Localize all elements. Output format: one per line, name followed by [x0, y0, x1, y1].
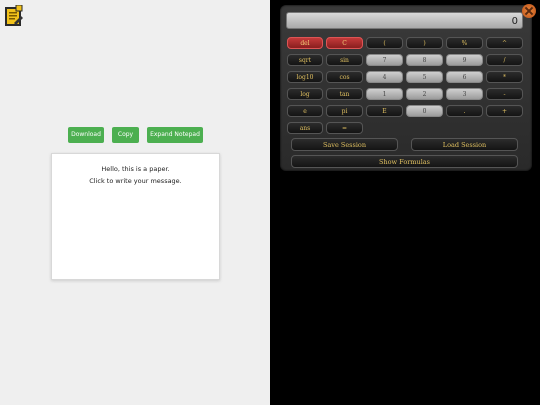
calculator-display: 0: [286, 12, 523, 29]
key-lparen[interactable]: (: [366, 37, 403, 49]
key-equals[interactable]: =: [326, 122, 363, 134]
save-session-button[interactable]: Save Session: [291, 138, 398, 151]
key-add[interactable]: +: [486, 105, 523, 117]
key-1[interactable]: 1: [366, 88, 403, 100]
key-sqrt[interactable]: sqrt: [287, 54, 323, 66]
key-5[interactable]: 5: [406, 71, 443, 83]
key-tan[interactable]: tan: [326, 88, 363, 100]
notepad-app-icon[interactable]: [4, 4, 24, 27]
key-decimal[interactable]: .: [446, 105, 483, 117]
key-del[interactable]: del: [287, 37, 323, 49]
key-log[interactable]: log: [287, 88, 323, 100]
key-exponent[interactable]: E: [366, 105, 403, 117]
key-rparen[interactable]: ): [406, 37, 443, 49]
key-2[interactable]: 2: [406, 88, 443, 100]
key-e[interactable]: e: [287, 105, 323, 117]
notepad-toolbar: Download Copy Expand Notepad: [0, 127, 270, 143]
close-icon[interactable]: [522, 4, 536, 18]
copy-button[interactable]: Copy: [112, 127, 139, 143]
key-log10[interactable]: log10: [287, 71, 323, 83]
key-3[interactable]: 3: [446, 88, 483, 100]
paper-line-2: Click to write your message.: [89, 177, 182, 185]
key-subtract[interactable]: -: [486, 88, 523, 100]
paper-line-1: Hello, this is a paper.: [101, 165, 170, 173]
key-percent[interactable]: %: [446, 37, 483, 49]
key-clear[interactable]: C: [326, 37, 363, 49]
key-pi[interactable]: pi: [326, 105, 363, 117]
key-power[interactable]: ^: [486, 37, 523, 49]
key-multiply[interactable]: *: [486, 71, 523, 83]
key-6[interactable]: 6: [446, 71, 483, 83]
key-9[interactable]: 9: [446, 54, 483, 66]
key-0[interactable]: 0: [406, 105, 443, 117]
key-ans[interactable]: ans: [287, 122, 323, 134]
paper-note[interactable]: Hello, this is a paper. Click to write y…: [51, 153, 220, 280]
show-formulas-button[interactable]: Show Formulas: [291, 155, 518, 168]
key-8[interactable]: 8: [406, 54, 443, 66]
key-divide[interactable]: /: [486, 54, 523, 66]
key-sin[interactable]: sin: [326, 54, 363, 66]
load-session-button[interactable]: Load Session: [411, 138, 518, 151]
key-7[interactable]: 7: [366, 54, 403, 66]
notepad-panel: Download Copy Expand Notepad Hello, this…: [0, 0, 270, 405]
download-button[interactable]: Download: [68, 127, 104, 143]
expand-notepad-button[interactable]: Expand Notepad: [147, 127, 203, 143]
key-cos[interactable]: cos: [326, 71, 363, 83]
key-4[interactable]: 4: [366, 71, 403, 83]
